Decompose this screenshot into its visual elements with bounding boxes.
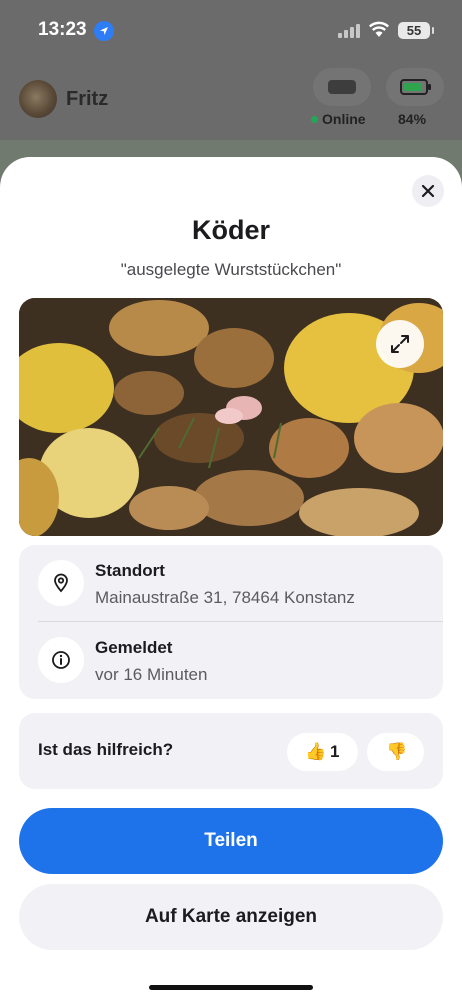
sheet-subtitle: "ausgelegte Wurststückchen"	[120, 260, 342, 279]
expand-photo-button[interactable]	[376, 320, 424, 368]
feedback-question: Ist das hilfreich?	[38, 740, 174, 759]
location-address: Mainaustraße 31, 78464 Konstanz	[95, 588, 355, 607]
thumbs-down-icon: 👎	[386, 742, 408, 761]
downvote-button[interactable]: 👎	[367, 733, 424, 771]
tracker-status-button[interactable]	[313, 68, 371, 106]
report-photo[interactable]	[19, 298, 443, 536]
online-status-dot	[311, 116, 318, 123]
show-on-map-button[interactable]: Auf Karte anzeigen	[19, 884, 443, 950]
status-bar: 13:23 55	[0, 0, 462, 60]
location-row: Standort Mainaustraße 31, 78464 Konstanz	[19, 545, 443, 622]
reported-row: Gemeldet vor 16 Minuten	[19, 622, 443, 699]
thumbs-up-icon: 👍	[305, 742, 327, 761]
reported-label: Gemeldet	[95, 638, 173, 657]
pet-name: Fritz	[66, 88, 109, 110]
reported-time: vor 16 Minuten	[95, 665, 208, 684]
location-label: Standort	[95, 561, 165, 580]
wifi-icon	[368, 20, 390, 38]
map-pin-icon	[38, 560, 84, 606]
pet-header: Fritz Online 84%	[0, 68, 462, 138]
battery-icon: 55	[398, 22, 434, 39]
info-card: Standort Mainaustraße 31, 78464 Konstanz…	[19, 545, 443, 699]
report-detail-sheet: Köder "ausgelegte Wurststückchen" Stando…	[0, 157, 462, 1000]
tracker-device-icon	[328, 80, 356, 94]
sheet-title: Köder	[191, 215, 270, 245]
signal-icon	[338, 24, 362, 38]
info-icon	[38, 637, 84, 683]
upvote-count: 1	[330, 742, 340, 761]
battery-status-button[interactable]	[386, 68, 444, 106]
expand-icon	[391, 335, 409, 353]
upvote-button[interactable]: 👍 1	[287, 733, 358, 771]
share-button[interactable]: Teilen	[19, 808, 443, 874]
close-icon	[421, 184, 435, 198]
device-status-text: Online	[322, 111, 366, 127]
battery-percent-text: 84%	[398, 111, 427, 127]
home-indicator[interactable]	[149, 985, 313, 990]
feedback-card: Ist das hilfreich? 👍 1 👎	[19, 713, 443, 789]
battery-level-icon	[400, 79, 431, 95]
close-button[interactable]	[412, 175, 444, 207]
location-arrow-icon	[94, 21, 114, 41]
avatar[interactable]	[19, 80, 57, 118]
status-time: 13:23	[38, 19, 87, 40]
